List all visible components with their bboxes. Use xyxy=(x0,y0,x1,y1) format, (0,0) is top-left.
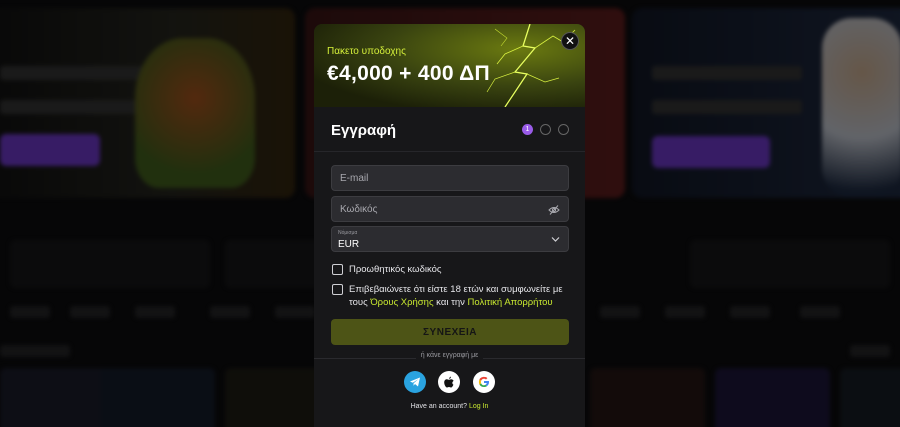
privacy-policy-link[interactable]: Πολιτική Απορρήτου xyxy=(468,297,553,308)
apple-icon xyxy=(444,376,454,387)
telegram-button[interactable] xyxy=(404,371,426,393)
password-field[interactable]: Κωδικός xyxy=(331,196,569,222)
social-divider-text: ή κάνε εγγραφή με xyxy=(314,352,585,359)
terms-of-use-link[interactable]: Όρους Χρήσης xyxy=(370,297,433,308)
google-icon xyxy=(478,376,489,387)
login-prompt: Have an account? Log In xyxy=(314,403,585,410)
step-indicator-3 xyxy=(558,124,569,135)
form-header: Εγγραφή 1 xyxy=(314,107,585,152)
eye-off-icon[interactable] xyxy=(548,204,560,216)
close-button[interactable]: ✕ xyxy=(561,32,579,50)
password-placeholder: Κωδικός xyxy=(340,204,378,215)
step-indicator-2 xyxy=(540,124,551,135)
registration-modal: Πακετο υποδοχης €4,000 + 400 ΔΠ ✕ Εγγραφ… xyxy=(314,24,585,427)
welcome-banner: Πακετο υποδοχης €4,000 + 400 ΔΠ ✕ xyxy=(314,24,585,107)
terms-checkbox[interactable] xyxy=(332,284,343,295)
currency-label: Νόμισμα xyxy=(338,230,358,236)
terms-label: Επιβεβαιώνετε ότι είστε 18 ετών και συμφ… xyxy=(349,283,574,309)
banner-title: €4,000 + 400 ΔΠ xyxy=(327,62,491,85)
terms-text-2: και την xyxy=(433,297,468,308)
telegram-icon xyxy=(410,377,420,387)
google-button[interactable] xyxy=(473,371,495,393)
chevron-down-icon xyxy=(551,237,560,242)
have-account-text: Have an account? xyxy=(410,403,469,410)
step-indicator-1: 1 xyxy=(522,124,533,135)
promo-code-checkbox[interactable] xyxy=(332,264,343,275)
continue-button[interactable]: ΣΥΝΕΧΕΙΑ xyxy=(331,319,569,345)
login-link[interactable]: Log In xyxy=(469,403,488,410)
close-icon: ✕ xyxy=(564,34,576,48)
email-field[interactable]: E-mail xyxy=(331,165,569,191)
apple-button[interactable] xyxy=(438,371,460,393)
email-placeholder: E-mail xyxy=(340,173,369,184)
banner-subtitle: Πακετο υποδοχης xyxy=(327,46,406,57)
form-title: Εγγραφή xyxy=(331,122,397,139)
currency-select[interactable]: Νόμισμα EUR xyxy=(331,226,569,252)
currency-value: EUR xyxy=(338,239,360,250)
promo-code-label: Προωθητικός κωδικός xyxy=(349,264,442,275)
